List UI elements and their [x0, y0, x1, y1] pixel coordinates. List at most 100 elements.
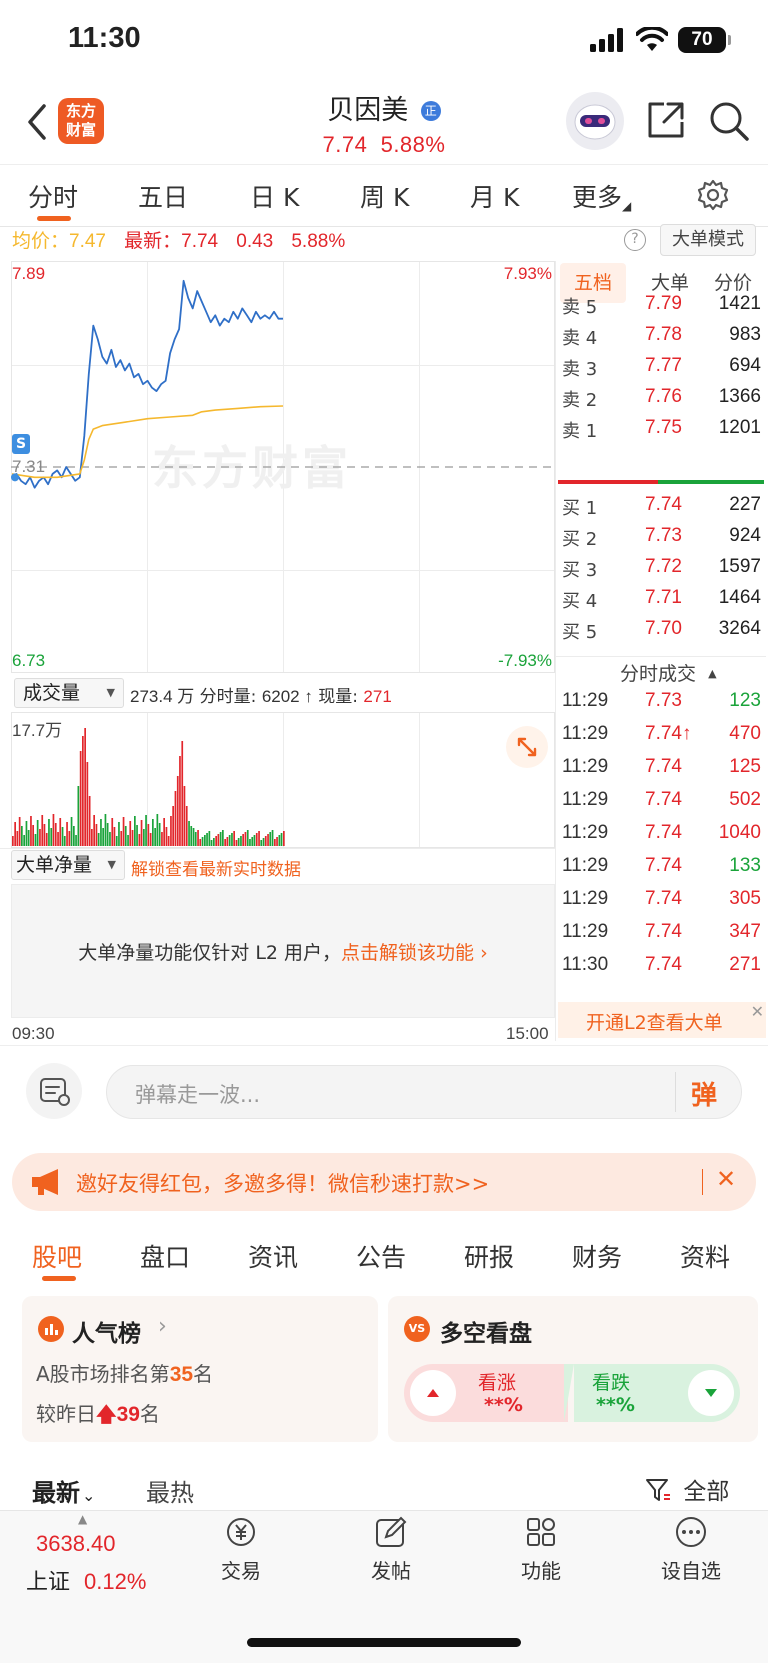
trade-time: 11:29 — [562, 756, 609, 777]
change-value: 39 — [116, 1403, 140, 1426]
l2-upsell-banner[interactable]: 开通L2查看大单 ✕ — [558, 1002, 766, 1038]
level-price: 7.76 — [645, 386, 682, 407]
volume-bar — [50, 828, 53, 846]
trade-time: 11:29 — [562, 789, 609, 810]
volume-bar — [25, 821, 28, 846]
volume-bar — [251, 837, 254, 846]
volume-bar — [106, 823, 109, 846]
volume-bar — [172, 806, 174, 846]
close-banner-icon[interactable]: ✕ — [751, 1002, 764, 1021]
volume-bar — [224, 839, 226, 846]
bearish-value: **% — [596, 1394, 635, 1416]
volume-bar — [226, 837, 229, 846]
settings-gear-icon[interactable] — [696, 178, 730, 212]
big-order-mode-button[interactable]: 大单模式 — [660, 224, 756, 256]
unlock-realtime-link[interactable]: 解锁查看最新实时数据 — [131, 855, 301, 880]
ask-level-row[interactable]: 卖 4 7.78 983 — [560, 324, 765, 354]
volume-bar — [260, 840, 263, 846]
bid-level-row[interactable]: 买 2 7.73 924 — [560, 525, 765, 555]
volume-bar — [233, 831, 235, 846]
chevron-right-icon: › — [158, 1314, 167, 1339]
filter-all-button[interactable]: 全部 — [644, 1472, 729, 1506]
tab-daily-k[interactable]: 日 K — [250, 178, 299, 214]
wifi-icon — [636, 27, 668, 51]
tab-research[interactable]: 研报 — [464, 1238, 514, 1274]
popularity-title: 人气榜 — [72, 1321, 141, 1347]
ask-level-row[interactable]: 卖 3 7.77 694 — [560, 355, 765, 385]
volume-bar — [264, 836, 267, 846]
danmaku-input[interactable]: 弹幕走一波... 弹 — [106, 1065, 742, 1119]
bid-level-row[interactable]: 买 1 7.74 227 — [560, 494, 765, 524]
volume-chart[interactable] — [11, 712, 555, 848]
arrow-up-icon: 🡅 — [96, 1402, 117, 1426]
volume-indicator-dropdown[interactable]: 成交量 ▼ — [14, 678, 124, 708]
volume-bar — [95, 824, 98, 846]
index-value[interactable]: 3638.40 — [36, 1531, 116, 1557]
unlock-feature-link[interactable]: 点击解锁该功能 — [341, 942, 474, 964]
ask-level-row[interactable]: 卖 5 7.79 1421 — [560, 293, 765, 323]
help-icon[interactable]: ? — [624, 229, 646, 251]
danmaku-settings-button[interactable] — [26, 1063, 82, 1119]
level-label: 买 5 — [562, 622, 598, 643]
expand-chart-button[interactable] — [506, 726, 548, 768]
level-label: 卖 4 — [562, 328, 598, 349]
volume-bar — [18, 817, 21, 846]
nav-functions[interactable]: 功能 — [481, 1515, 601, 1584]
latest-price-value: 7.74 — [181, 231, 219, 252]
volume-bar — [199, 839, 202, 846]
trade-price: 7.74 — [645, 954, 682, 975]
price-chart[interactable] — [11, 261, 555, 673]
tab-monthly-k[interactable]: 月 K — [470, 178, 519, 214]
y-max-pct-label: 7.93% — [503, 264, 552, 283]
volume-bar — [16, 831, 19, 846]
ask-level-row[interactable]: 卖 2 7.76 1366 — [560, 386, 765, 416]
volume-bar — [167, 836, 170, 846]
sort-latest-dropdown[interactable]: 最新 ⌄ — [32, 1473, 95, 1508]
ai-assistant-avatar[interactable] — [566, 92, 624, 150]
share-icon[interactable] — [646, 100, 686, 140]
tab-weekly-k[interactable]: 周 K — [360, 178, 409, 214]
big-order-dropdown-label: 大单净量 — [16, 854, 93, 876]
tab-announcements[interactable]: 公告 — [356, 1238, 406, 1274]
promo-text: 邀好友得红包，多邀多得！微信秒速打款>> — [76, 1172, 490, 1196]
tab-five-day[interactable]: 五日 — [138, 178, 188, 214]
more-dots-icon — [676, 1517, 706, 1547]
latest-price-label: 最新： — [124, 230, 182, 252]
tab-profile[interactable]: 资料 — [680, 1238, 730, 1274]
tab-news[interactable]: 资讯 — [248, 1238, 298, 1274]
bid-level-row[interactable]: 买 4 7.71 1464 — [560, 587, 765, 617]
tab-financials[interactable]: 财务 — [572, 1238, 622, 1274]
promo-banner[interactable]: 邀好友得红包，多邀多得！微信秒速打款>> ✕ — [12, 1153, 756, 1211]
sentiment-card[interactable]: VS 多空看盘 看涨 **% 看跌 **% — [388, 1296, 758, 1442]
nav-add-watchlist[interactable]: 设自选 — [631, 1515, 751, 1584]
bid-level-row[interactable]: 买 5 7.70 3264 — [560, 618, 765, 648]
volume-bar — [34, 834, 37, 846]
level-label: 卖 5 — [562, 297, 598, 318]
strategy-marker-badge[interactable]: S — [12, 434, 30, 454]
popularity-card[interactable]: 人气榜 › A股市场排名第35名 较昨日🡅39名 — [22, 1296, 378, 1442]
index-ticker[interactable]: 上证 0.12% — [26, 1564, 146, 1596]
change-suffix: 名 — [139, 1402, 160, 1426]
ask-level-row[interactable]: 卖 1 7.75 1201 — [560, 417, 765, 447]
trade-row: 11:29 7.74 305 — [560, 888, 765, 918]
big-order-indicator-dropdown[interactable]: 大单净量 ▼ — [11, 850, 125, 880]
bullish-vote-button[interactable]: 看涨 **% — [404, 1364, 568, 1422]
y-min-label: 6.73 — [12, 651, 46, 670]
tab-quote-detail[interactable]: 盘口 — [140, 1238, 190, 1274]
tab-more[interactable]: 更多◢ — [572, 178, 631, 214]
bid-level-row[interactable]: 买 3 7.72 1597 — [560, 556, 765, 586]
bearish-vote-button[interactable]: 看跌 **% — [574, 1364, 740, 1422]
tab-forum[interactable]: 股吧 — [32, 1238, 82, 1274]
search-icon[interactable] — [708, 100, 750, 142]
sort-hot-tab[interactable]: 最热 — [146, 1473, 194, 1508]
nav-post[interactable]: 发帖 — [331, 1515, 451, 1584]
tab-intraday[interactable]: 分时 — [28, 178, 78, 214]
trades-header[interactable]: 分时成交 ▲ — [620, 659, 717, 686]
volume-bar — [23, 835, 25, 846]
close-promo-icon[interactable]: ✕ — [716, 1165, 736, 1193]
level-volume: 1464 — [718, 587, 761, 608]
nav-trade[interactable]: 交易 — [181, 1515, 301, 1584]
volume-bar — [280, 833, 283, 846]
danmaku-send-button[interactable]: 弹 — [691, 1075, 717, 1112]
volume-bar — [217, 834, 220, 846]
